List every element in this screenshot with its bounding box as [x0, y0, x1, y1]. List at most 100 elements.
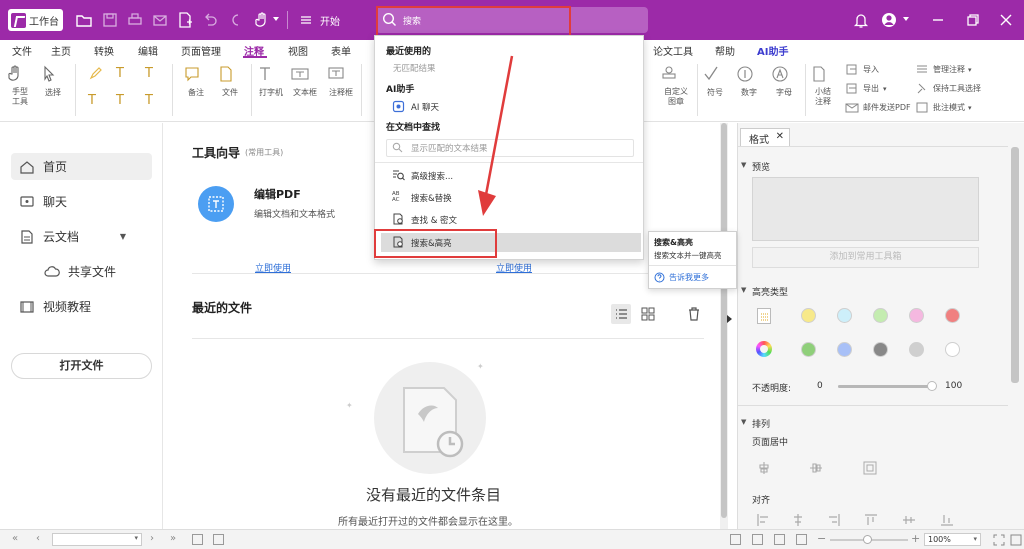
menu-convert[interactable]: 转换 — [94, 43, 114, 58]
chevron-down-icon[interactable]: ▼ — [120, 232, 126, 241]
color-swatch[interactable] — [909, 308, 924, 323]
text-t-icon[interactable]: T — [116, 66, 124, 81]
manage-annotations-button[interactable]: 管理注释 ▾ — [915, 63, 972, 76]
trash-icon[interactable] — [685, 305, 703, 323]
list-view-button[interactable] — [611, 304, 631, 324]
continuous-page-icon[interactable] — [752, 534, 763, 545]
summary-button[interactable]: 小结 注释 — [809, 64, 837, 107]
zoom-in-icon[interactable]: + — [911, 532, 920, 545]
close-icon[interactable] — [997, 11, 1015, 29]
text-t-icon[interactable]: T — [116, 93, 124, 108]
color-swatch[interactable] — [837, 308, 852, 323]
next-page-icon[interactable]: › — [150, 533, 154, 544]
number-button[interactable]: 数字 — [735, 64, 763, 98]
tell-me-more-link[interactable]: 告诉我更多 — [654, 272, 709, 283]
color-swatch[interactable] — [909, 342, 924, 357]
start-label[interactable]: 开始 — [320, 13, 340, 28]
two-page-icon[interactable] — [774, 534, 785, 545]
collapse-arrow-icon[interactable]: ▼ — [741, 286, 746, 294]
hand-tool-icon[interactable] — [253, 11, 271, 29]
account-icon[interactable] — [880, 11, 898, 29]
center-both-icon[interactable] — [862, 460, 878, 476]
menu-page-manage[interactable]: 页面管理 — [181, 43, 221, 58]
select-button[interactable]: 选择 — [40, 64, 66, 98]
align-top-icon[interactable] — [864, 513, 878, 527]
textbox-button[interactable]: 文本框 — [290, 64, 320, 98]
single-page-icon[interactable] — [730, 534, 741, 545]
menu-form[interactable]: 表单 — [331, 43, 351, 58]
custom-color-icon[interactable] — [757, 308, 771, 324]
page-view-icon[interactable] — [213, 534, 224, 545]
page-view-icon[interactable] — [192, 534, 203, 545]
sidebar-item-cloud-docs[interactable]: 云文档 ▼ — [11, 223, 152, 250]
email-pdf-button[interactable]: 邮件发送PDF — [845, 101, 911, 114]
color-swatch[interactable] — [837, 342, 852, 357]
menu-home[interactable]: 主页 — [51, 43, 71, 58]
panel-scroll-thumb[interactable] — [1011, 147, 1019, 383]
first-page-icon[interactable]: « — [12, 533, 18, 544]
pen-icon[interactable] — [88, 66, 104, 80]
menu-edit[interactable]: 编辑 — [138, 43, 158, 58]
email-icon[interactable] — [151, 11, 169, 29]
chevron-down-icon[interactable] — [903, 17, 909, 21]
advanced-search-item[interactable]: 高级搜索... — [392, 169, 453, 182]
keep-tool-selected-button[interactable]: 保持工具选择 — [915, 82, 981, 95]
zoom-out-icon[interactable]: − — [817, 532, 826, 545]
symbol-button[interactable]: 符号 — [701, 64, 729, 98]
text-t-icon[interactable]: T — [145, 93, 153, 108]
hand-tool-button[interactable]: 手型 工具 — [6, 64, 34, 107]
open-folder-icon[interactable] — [75, 11, 93, 29]
menu-view[interactable]: 视图 — [288, 43, 308, 58]
last-page-icon[interactable]: » — [170, 533, 176, 544]
undo-icon[interactable] — [201, 11, 219, 29]
align-middle-icon[interactable] — [902, 513, 916, 527]
center-horizontal-icon[interactable] — [756, 460, 772, 476]
bell-icon[interactable] — [852, 11, 870, 29]
grid-view-button[interactable] — [638, 304, 658, 324]
collapse-panel-icon[interactable] — [727, 315, 732, 323]
color-swatch[interactable] — [873, 308, 888, 323]
note-button[interactable]: 备注 — [183, 64, 209, 98]
print-icon[interactable] — [126, 11, 144, 29]
page-number-input[interactable]: ▾ — [52, 533, 142, 546]
export-button[interactable]: 导出 ▾ — [845, 82, 887, 95]
open-file-button[interactable]: 打开文件 — [11, 353, 152, 379]
align-left-icon[interactable] — [756, 513, 770, 527]
zoom-slider-thumb[interactable] — [863, 535, 872, 544]
close-tab-icon[interactable]: ✕ — [776, 131, 784, 142]
format-tab[interactable]: 格式 ✕ — [740, 128, 790, 146]
align-center-icon[interactable] — [791, 513, 805, 527]
sidebar-item-chat[interactable]: 聊天 — [11, 188, 152, 215]
letter-button[interactable]: 字母 — [770, 64, 798, 98]
opacity-slider-thumb[interactable] — [927, 381, 937, 391]
opacity-slider[interactable] — [838, 381, 937, 391]
batch-mode-button[interactable]: 批注模式 ▾ — [915, 101, 972, 114]
color-swatch[interactable] — [801, 308, 816, 323]
color-swatch[interactable] — [873, 342, 888, 357]
import-button[interactable]: 导入 — [845, 63, 879, 76]
menu-help[interactable]: 帮助 — [715, 43, 735, 58]
save-icon[interactable] — [101, 11, 119, 29]
main-scrollbar[interactable] — [720, 123, 728, 529]
sidebar-item-shared-files[interactable]: 共享文件 — [36, 258, 152, 285]
text-t-icon[interactable]: T — [88, 93, 96, 108]
center-vertical-icon[interactable] — [808, 460, 824, 476]
color-swatch[interactable] — [801, 342, 816, 357]
sidebar-item-video-tutorials[interactable]: 视频教程 — [11, 293, 152, 320]
menu-file[interactable]: 文件 — [12, 43, 32, 58]
workbench-button[interactable]: 工作台 — [8, 9, 63, 31]
zoom-slider[interactable] — [830, 535, 908, 544]
fullscreen-icon[interactable] — [1010, 534, 1022, 546]
menu-paper-tools[interactable]: 论文工具 — [653, 43, 693, 58]
restore-icon[interactable] — [964, 11, 982, 29]
color-wheel-icon[interactable] — [756, 341, 772, 357]
annotation-box-button[interactable]: 注释框 — [326, 64, 356, 98]
prev-page-icon[interactable]: ‹ — [36, 533, 40, 544]
collapse-arrow-icon[interactable]: ▼ — [741, 418, 746, 426]
align-right-icon[interactable] — [827, 513, 841, 527]
text-t-icon[interactable]: T — [145, 66, 153, 81]
add-to-tools-button[interactable]: 添加到常用工具箱 — [752, 247, 979, 268]
sidebar-item-home[interactable]: 首页 — [11, 153, 152, 180]
align-bottom-icon[interactable] — [940, 513, 954, 527]
typewriter-button[interactable]: 打字机 — [256, 64, 286, 98]
